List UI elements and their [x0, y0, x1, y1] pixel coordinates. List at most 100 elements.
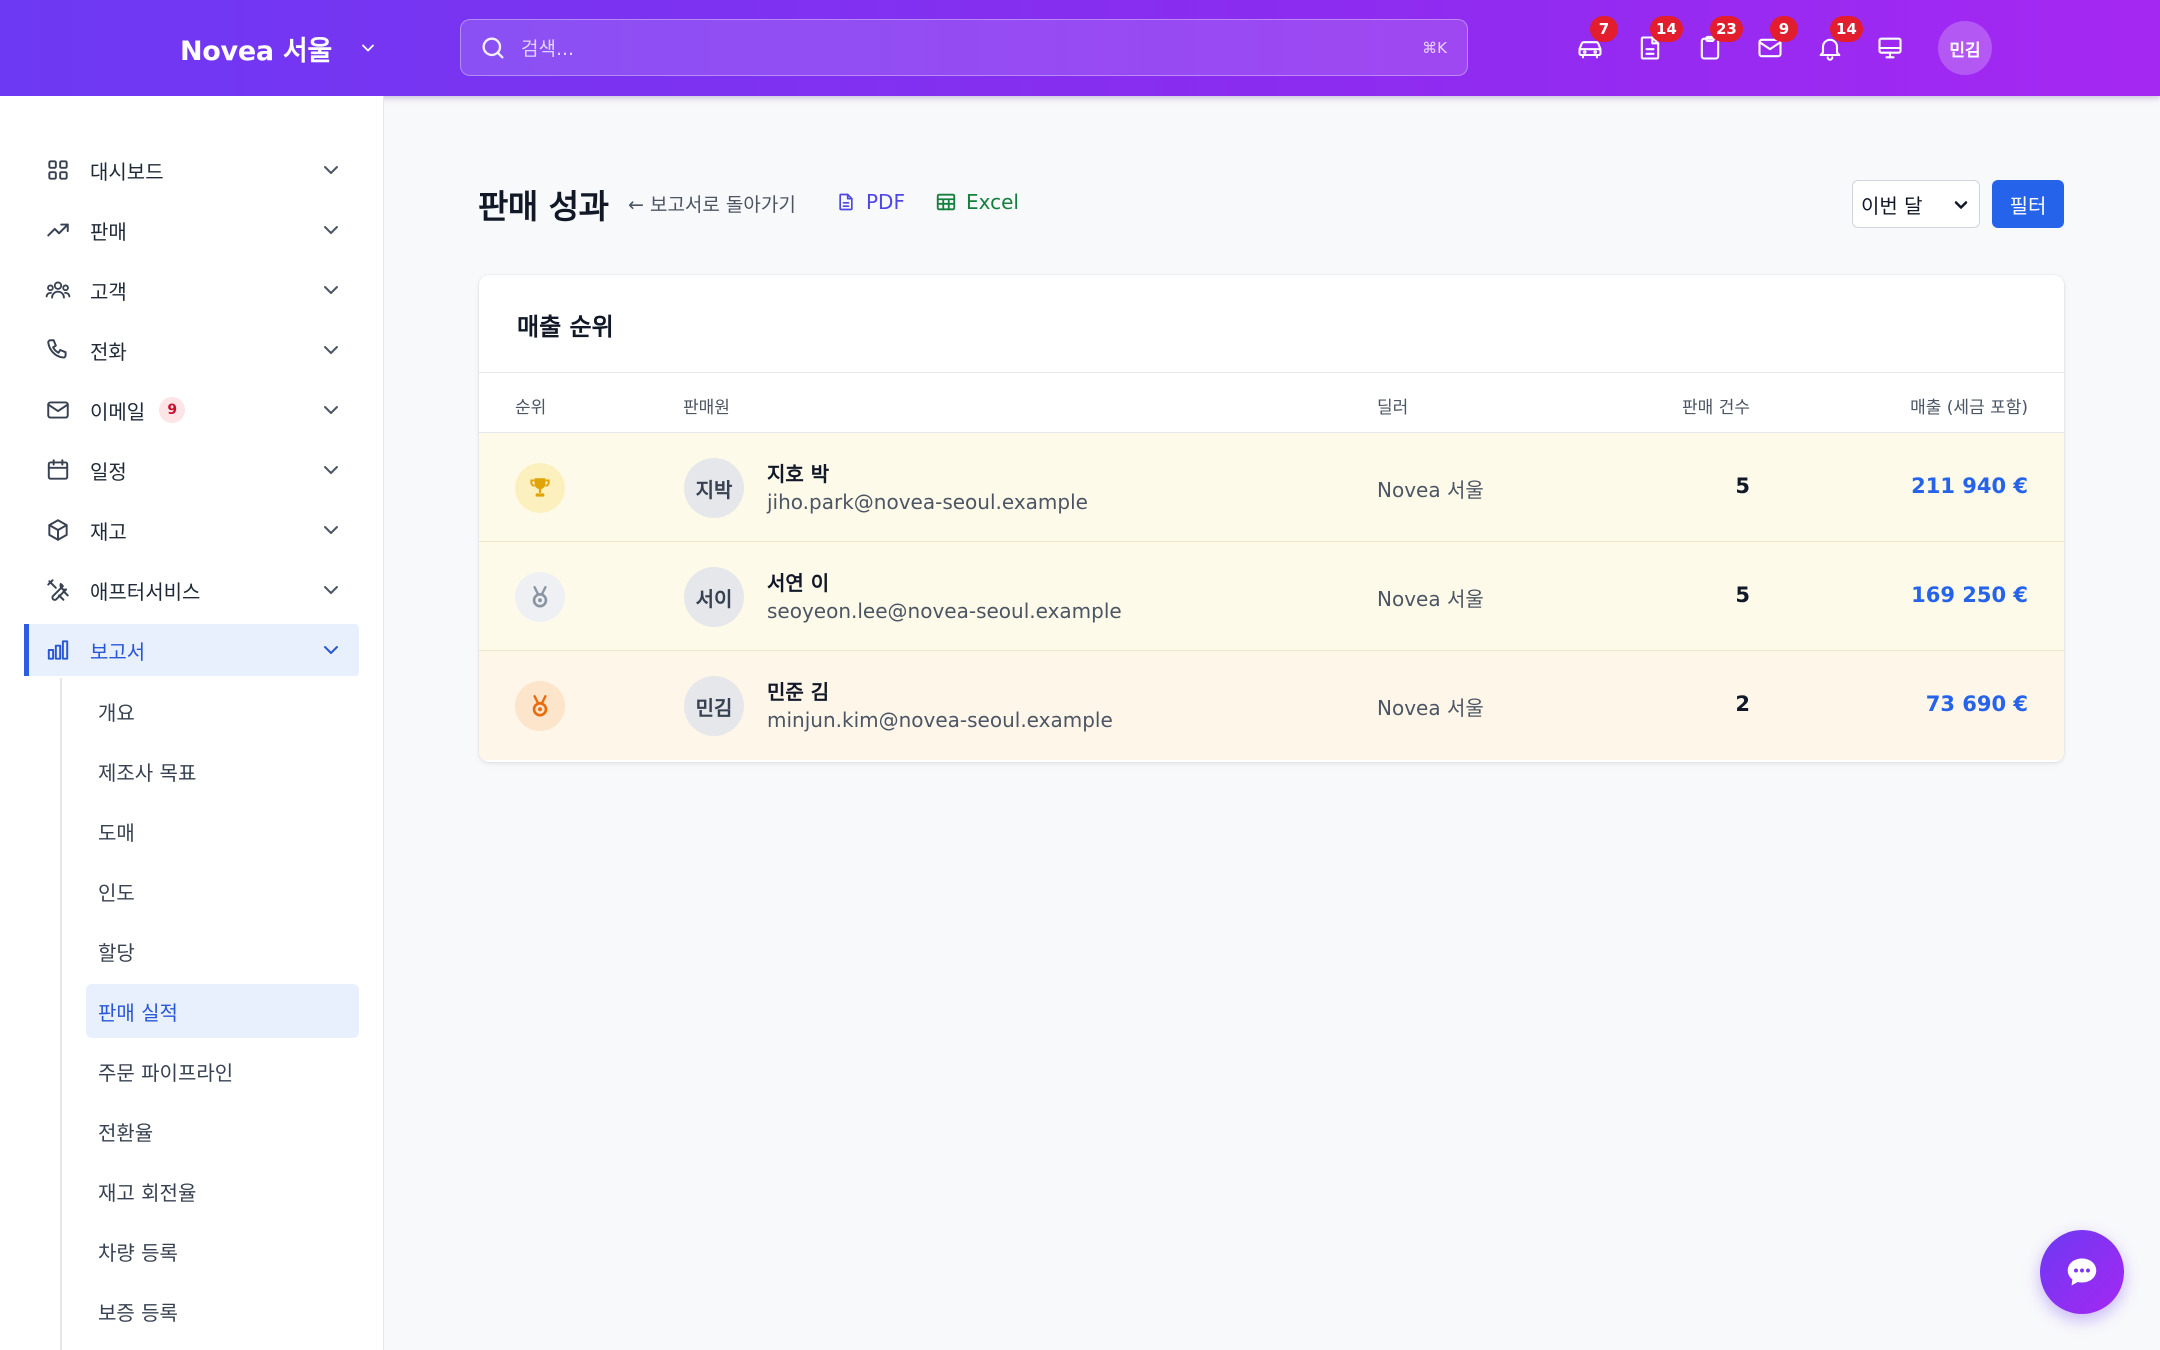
export-excel-button[interactable]: Excel	[934, 190, 1019, 214]
sidebar-item-customers[interactable]: 고객	[24, 264, 359, 316]
chevron-down-icon	[324, 406, 338, 414]
period-select-value: 이번 달	[1861, 193, 1923, 218]
notification-badge: 23	[1710, 16, 1743, 42]
subnav-item-inventory-turnover[interactable]: 재고 회전율	[86, 1164, 359, 1218]
trending-up-icon	[44, 216, 72, 244]
sidebar-item-reports[interactable]: 보고서	[24, 624, 359, 676]
brand-switcher[interactable]: Novea 서울	[180, 26, 378, 70]
mail-button[interactable]: 9	[1752, 16, 1798, 66]
sidebar-item-label: 전화	[90, 339, 127, 364]
table-row[interactable]: 민김 민준 김 minjun.kim@novea-seoul.example N…	[479, 651, 2064, 760]
ranking-card: 매출 순위 순위 판매원 딜러 판매 건수 매출 (세금 포함) 지박 지호 박…	[479, 275, 2064, 762]
search-input[interactable]: 검색... ⌘K	[460, 19, 1468, 76]
chat-bubble-icon	[2067, 1258, 2097, 1286]
chevron-down-icon	[362, 44, 374, 52]
table-header: 순위 판매원 딜러 판매 건수 매출 (세금 포함)	[479, 372, 2064, 433]
chevron-down-icon	[324, 286, 338, 294]
revenue-amount: 169 250 €	[1911, 583, 2028, 607]
subnav-item-wholesale[interactable]: 도매	[86, 804, 359, 858]
filter-button[interactable]: 필터	[1992, 180, 2064, 228]
sidebar-item-label: 재고	[90, 519, 127, 544]
subnav-item-order-pipeline[interactable]: 주문 파이프라인	[86, 1044, 359, 1098]
sidebar-item-inventory[interactable]: 재고	[24, 504, 359, 556]
sidebar-item-after-service[interactable]: 애프터서비스	[24, 564, 359, 616]
subnav-item-warranty-registration[interactable]: 보증 등록	[86, 1284, 359, 1338]
sales-count: 5	[1735, 583, 1750, 607]
dealer-name: Novea 서울	[1377, 696, 1484, 720]
subnav-item-delivery[interactable]: 인도	[86, 864, 359, 918]
sidebar-item-label: 애프터서비스	[90, 579, 201, 604]
avatar: 서이	[684, 567, 744, 627]
notifications-button[interactable]: 14	[1812, 16, 1863, 66]
salesperson-name: 지호 박	[767, 462, 830, 486]
phone-icon	[44, 336, 72, 364]
car-button[interactable]: 7	[1572, 16, 1618, 66]
sidebar-item-label: 대시보드	[90, 159, 164, 184]
search-icon	[482, 37, 504, 58]
dealer-name: Novea 서울	[1377, 587, 1484, 611]
subnav-item-overview[interactable]: 개요	[86, 684, 359, 738]
sidebar-item-sales[interactable]: 판매	[24, 204, 359, 256]
salesperson-email: minjun.kim@novea-seoul.example	[767, 708, 1113, 732]
documents-button[interactable]: 14	[1632, 16, 1683, 66]
pdf-label: PDF	[866, 190, 905, 214]
sidebar-item-label: 일정	[90, 459, 127, 484]
period-select[interactable]: 이번 달	[1852, 180, 1980, 228]
sidebar-item-schedule[interactable]: 일정	[24, 444, 359, 496]
spreadsheet-icon	[936, 193, 956, 211]
sidebar-item-label: 고객	[90, 279, 127, 304]
table-row[interactable]: 서이 서연 이 seoyeon.lee@novea-seoul.example …	[479, 542, 2064, 651]
avatar: 지박	[684, 458, 744, 518]
notification-badge: 14	[1830, 16, 1863, 42]
bronze-medal-icon	[515, 681, 565, 731]
sidebar-item-calls[interactable]: 전화	[24, 324, 359, 376]
back-link-label: ← 보고서로 돌아가기	[628, 194, 796, 216]
excel-label: Excel	[966, 190, 1019, 214]
subnav-item-conversion-rate[interactable]: 전환율	[86, 1104, 359, 1158]
page-title: 판매 성과	[478, 187, 609, 226]
export-pdf-button[interactable]: PDF	[836, 190, 905, 214]
dealer-name: Novea 서울	[1377, 478, 1484, 502]
back-to-reports-link[interactable]: ← 보고서로 돌아가기	[628, 190, 796, 217]
chevron-down-icon	[324, 466, 338, 474]
salesperson-name: 서연 이	[767, 571, 830, 595]
display-button[interactable]	[1872, 30, 1908, 66]
monitor-icon	[1878, 37, 1902, 59]
subnav-item-allocation[interactable]: 할당	[86, 924, 359, 978]
subnav-item-sales-performance[interactable]: 판매 실적	[86, 984, 359, 1038]
chevron-down-icon	[1954, 201, 1968, 209]
subnav-item-manufacturer-targets[interactable]: 제조사 목표	[86, 744, 359, 798]
chevron-down-icon	[324, 226, 338, 234]
table-row[interactable]: 지박 지호 박 jiho.park@novea-seoul.example No…	[479, 433, 2064, 542]
revenue-amount: 211 940 €	[1911, 474, 2028, 498]
sidebar-item-label: 판매	[90, 219, 127, 244]
notification-badge: 14	[1650, 16, 1683, 42]
salesperson-name: 민준 김	[767, 680, 830, 704]
subnav-line	[60, 678, 62, 1350]
column-header-dealer: 딜러	[1377, 398, 1409, 418]
silver-medal-icon	[515, 572, 565, 622]
subnav-item-vehicle-registration[interactable]: 차량 등록	[86, 1224, 359, 1278]
chat-button[interactable]	[2040, 1230, 2124, 1314]
notification-badge: 9	[1770, 16, 1798, 42]
notification-badge: 7	[1590, 16, 1618, 42]
tasks-button[interactable]: 23	[1692, 16, 1743, 66]
bar-chart-icon	[44, 636, 72, 664]
trophy-icon	[515, 463, 565, 513]
ranking-card-title: 매출 순위	[517, 313, 614, 341]
column-header-count: 판매 건수	[1682, 398, 1750, 418]
mail-icon	[44, 396, 72, 424]
column-header-rank: 순위	[515, 398, 547, 418]
top-bar: Novea 서울 검색... ⌘K 7 14 23 9 14 민김	[0, 0, 2160, 96]
avatar: 민김	[684, 676, 744, 736]
sidebar-item-email[interactable]: 이메일 9	[24, 384, 359, 436]
document-icon	[839, 193, 853, 211]
box-icon	[44, 516, 72, 544]
column-header-revenue: 매출 (세금 포함)	[1910, 398, 2028, 418]
sidebar-item-dashboard[interactable]: 대시보드	[24, 144, 359, 196]
chevron-down-icon	[324, 526, 338, 534]
grid-icon	[44, 156, 72, 184]
salesperson-email: jiho.park@novea-seoul.example	[767, 490, 1088, 514]
user-avatar[interactable]: 민김	[1938, 21, 1992, 75]
search-placeholder: 검색...	[521, 38, 575, 60]
